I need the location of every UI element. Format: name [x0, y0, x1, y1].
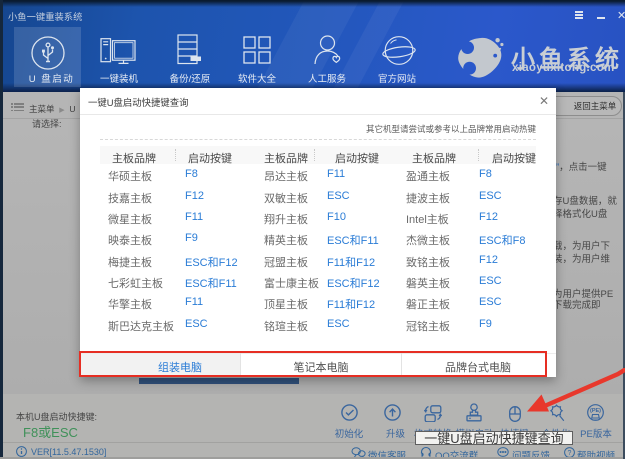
- svg-text:?: ?: [568, 450, 572, 457]
